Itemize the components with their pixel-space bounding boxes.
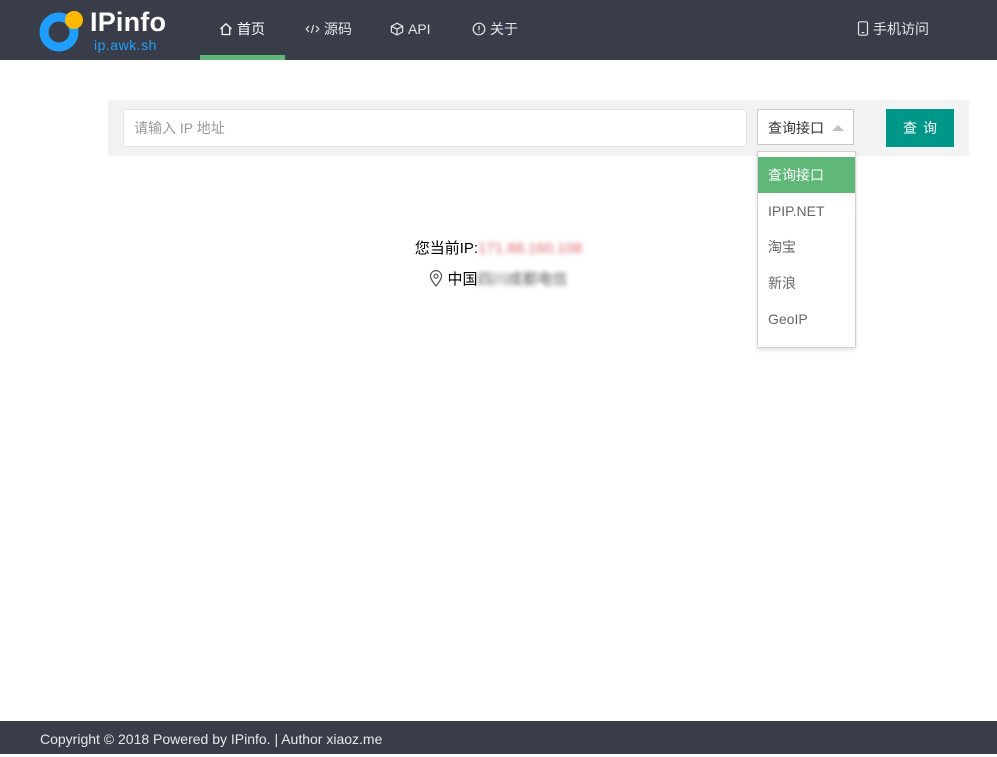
mobile-icon <box>857 21 869 36</box>
logo-title: IPinfo <box>90 7 167 37</box>
logo-subtitle: ip.awk.sh <box>94 37 157 53</box>
nav-home-label: 首页 <box>237 21 265 37</box>
cube-icon <box>390 22 404 36</box>
home-icon <box>220 22 232 36</box>
info-icon <box>472 22 486 36</box>
code-icon <box>305 24 320 34</box>
dropdown-option-ipip[interactable]: IPIP.NET <box>758 193 855 229</box>
logo[interactable]: IPinfo ip.awk.sh <box>38 4 178 56</box>
api-select-value: 查询接口 <box>768 120 824 136</box>
nav-api-label: API <box>408 21 431 37</box>
location-country: 中国 <box>447 271 478 288</box>
search-bar: 查询接口 查询 <box>108 100 969 156</box>
current-ip: 您当前IP:171.88.160.108 <box>0 237 997 258</box>
active-nav-indicator <box>200 55 285 60</box>
nav-api[interactable]: API <box>390 0 431 60</box>
nav-about-label: 关于 <box>490 21 518 37</box>
dropdown-option-default[interactable]: 查询接口 <box>758 157 855 193</box>
api-select[interactable]: 查询接口 <box>757 109 854 145</box>
location-detail: 四川成都电信 <box>477 271 568 288</box>
query-button[interactable]: 查询 <box>886 109 954 147</box>
ip-location: 中国四川成都电信 <box>0 268 997 289</box>
current-ip-value: 171.88.160.108 <box>478 240 583 257</box>
dropdown-option-geoip[interactable]: GeoIP <box>758 301 855 337</box>
nav-about[interactable]: 关于 <box>472 0 518 60</box>
nav-source[interactable]: 源码 <box>305 0 352 60</box>
nav-source-label: 源码 <box>324 21 352 37</box>
ip-search-input[interactable] <box>123 109 747 147</box>
location-pin-icon <box>430 270 443 287</box>
top-navbar: IPinfo ip.awk.sh 首页 源码 API 关于 手机访问 <box>0 0 997 60</box>
footer: Copyright © 2018 Powered by IPinfo. | Au… <box>0 721 997 754</box>
nav-home[interactable]: 首页 <box>219 0 265 60</box>
logo-mark-icon <box>39 11 83 52</box>
footer-copyright: Copyright © 2018 Powered by IPinfo. | Au… <box>40 731 383 747</box>
current-ip-label: 您当前IP: <box>414 240 479 257</box>
caret-up-icon <box>832 125 844 131</box>
nav-mobile-label: 手机访问 <box>873 21 929 37</box>
nav-mobile[interactable]: 手机访问 <box>857 0 929 60</box>
